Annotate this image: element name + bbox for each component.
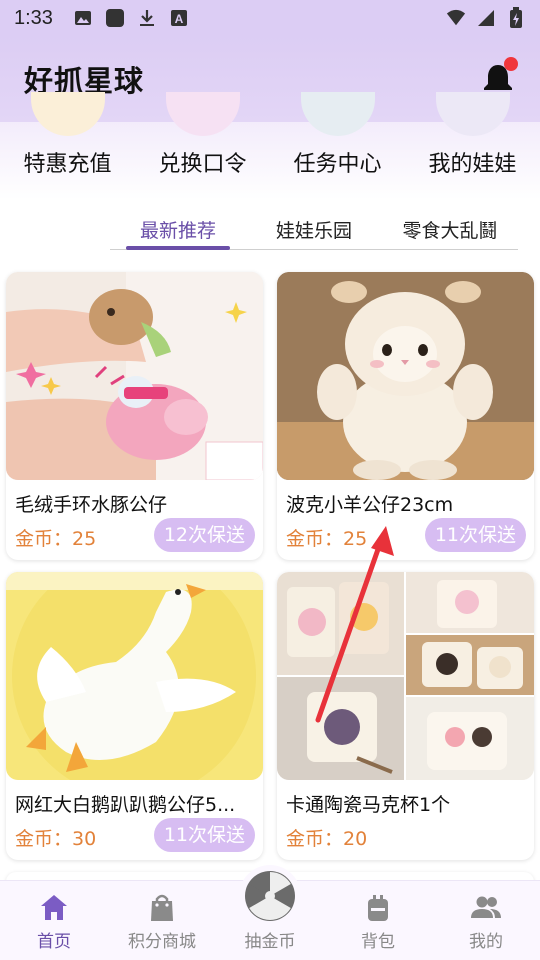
quick-action-label: 任务中心 (293, 152, 382, 177)
task-icon (300, 92, 375, 136)
app-square-icon (105, 8, 125, 28)
nav-home[interactable]: 首页 (0, 881, 108, 960)
nav-backpack[interactable]: 背包 (324, 881, 432, 960)
tab-latest[interactable]: 最新推荐 (110, 210, 246, 250)
product-name: 毛绒手环水豚公仔 (15, 494, 168, 516)
recharge-icon (30, 92, 105, 136)
nav-points-mall[interactable]: 积分商城 (108, 881, 216, 960)
nav-label: 积分商城 (128, 932, 196, 952)
claw-ball-icon (245, 871, 295, 921)
bottom-navigation: 首页 积分商城 抽金币 背包 我的 (0, 865, 540, 960)
shopping-bag-icon (151, 894, 173, 921)
product-price: 金币：25 (15, 528, 97, 550)
svg-text:A: A (175, 12, 184, 26)
home-icon (41, 895, 67, 920)
nav-label: 背包 (361, 932, 395, 952)
nav-label: 我的 (469, 932, 503, 952)
product-card[interactable]: 波克小羊公仔23cm 金币：25 11次保送 (277, 272, 534, 560)
download-icon (137, 8, 157, 28)
guarantee-badge: 11次保送 (153, 818, 255, 852)
battery-icon (506, 7, 526, 28)
draw-coins-fab (239, 865, 301, 927)
font-a-icon: A (169, 8, 189, 28)
product-card[interactable]: 毛绒手环水豚公仔 金币：25 12次保送 (6, 272, 263, 560)
product-card[interactable]: 卡通陶瓷马克杯1个 金币：20 (277, 572, 534, 860)
guarantee-badge: 12次保送 (153, 518, 255, 552)
quick-action-my-dolls[interactable]: 我的娃娃 (405, 92, 540, 200)
product-image (6, 272, 263, 480)
nav-label: 首页 (37, 932, 71, 952)
product-name: 卡通陶瓷马克杯1个 (286, 794, 451, 816)
status-bar: 1:33 A (0, 0, 540, 36)
backpack-icon (368, 895, 388, 921)
product-price: 金币：30 (15, 828, 97, 850)
quick-action-recharge[interactable]: 特惠充值 (0, 92, 135, 200)
product-price: 金币：20 (286, 828, 368, 850)
quick-action-label: 我的娃娃 (428, 152, 517, 177)
product-image (277, 572, 534, 780)
quick-action-label: 特惠充值 (23, 152, 112, 177)
product-price: 金币：25 (286, 528, 368, 550)
image-icon (73, 8, 93, 28)
tab-snacks[interactable]: 零食大乱鬪 (382, 210, 518, 249)
product-card[interactable]: 网红大白鹅趴趴鹅公仔5... 金币：30 11次保送 (6, 572, 263, 860)
doll-icon (435, 92, 510, 136)
product-name: 波克小羊公仔23cm (286, 494, 454, 516)
signal-icon (476, 8, 496, 28)
product-image (6, 572, 263, 780)
people-icon (471, 896, 501, 918)
product-name: 网红大白鹅趴趴鹅公仔5... (15, 794, 236, 816)
quick-action-task-center[interactable]: 任务中心 (270, 92, 405, 200)
quick-action-label: 兑换口令 (158, 152, 247, 177)
guarantee-badge: 11次保送 (424, 518, 526, 552)
status-time: 1:33 (14, 6, 53, 29)
nav-mine[interactable]: 我的 (432, 881, 540, 960)
quick-actions: 特惠充值 兑换口令 任务中心 我的娃娃 (0, 92, 540, 200)
product-image (277, 272, 534, 480)
tab-doll-park[interactable]: 娃娃乐园 (246, 210, 382, 249)
quick-action-redeem-code[interactable]: 兑换口令 (135, 92, 270, 200)
notification-dot (504, 57, 518, 71)
redeem-icon (165, 92, 240, 136)
category-tabs: 最新推荐 娃娃乐园 零食大乱鬪 (110, 210, 518, 250)
nav-label: 抽金币 (244, 932, 296, 952)
nav-draw-coins[interactable]: 抽金币 (216, 865, 324, 960)
wifi-icon (446, 8, 466, 28)
